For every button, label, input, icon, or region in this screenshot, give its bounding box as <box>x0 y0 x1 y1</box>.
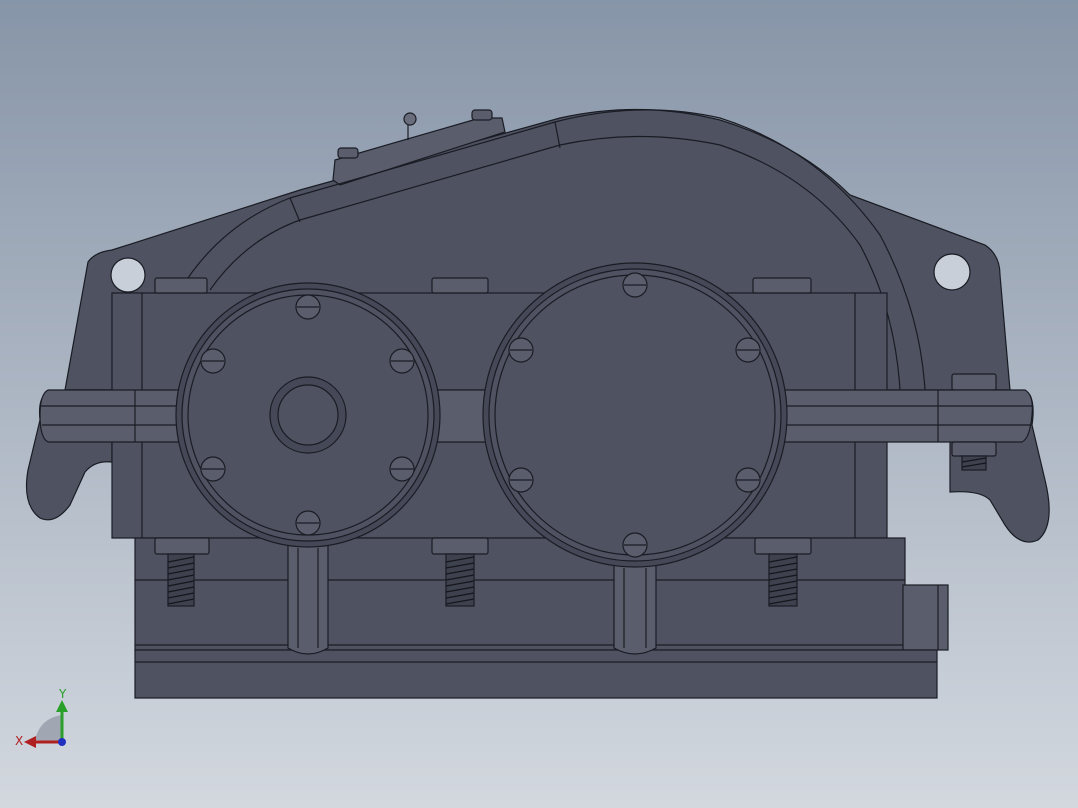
triad-x-label: X <box>15 734 23 748</box>
triad-origin <box>58 738 66 746</box>
bearing-cover-input[interactable] <box>175 282 441 548</box>
cover-bolt-right <box>471 109 493 121</box>
cover-bolt-left <box>337 147 359 159</box>
vent-cap <box>403 112 417 126</box>
right-lifting-hole <box>933 253 971 291</box>
triad-y-label: Y <box>58 687 67 701</box>
model-view[interactable]: Y X <box>0 0 1078 808</box>
bearing-cover-output[interactable] <box>482 262 788 568</box>
oil-level-plug[interactable] <box>902 584 949 651</box>
graphics-viewport[interactable]: Y X <box>0 0 1078 808</box>
left-lifting-hole <box>110 257 146 293</box>
base-plate <box>134 649 938 699</box>
